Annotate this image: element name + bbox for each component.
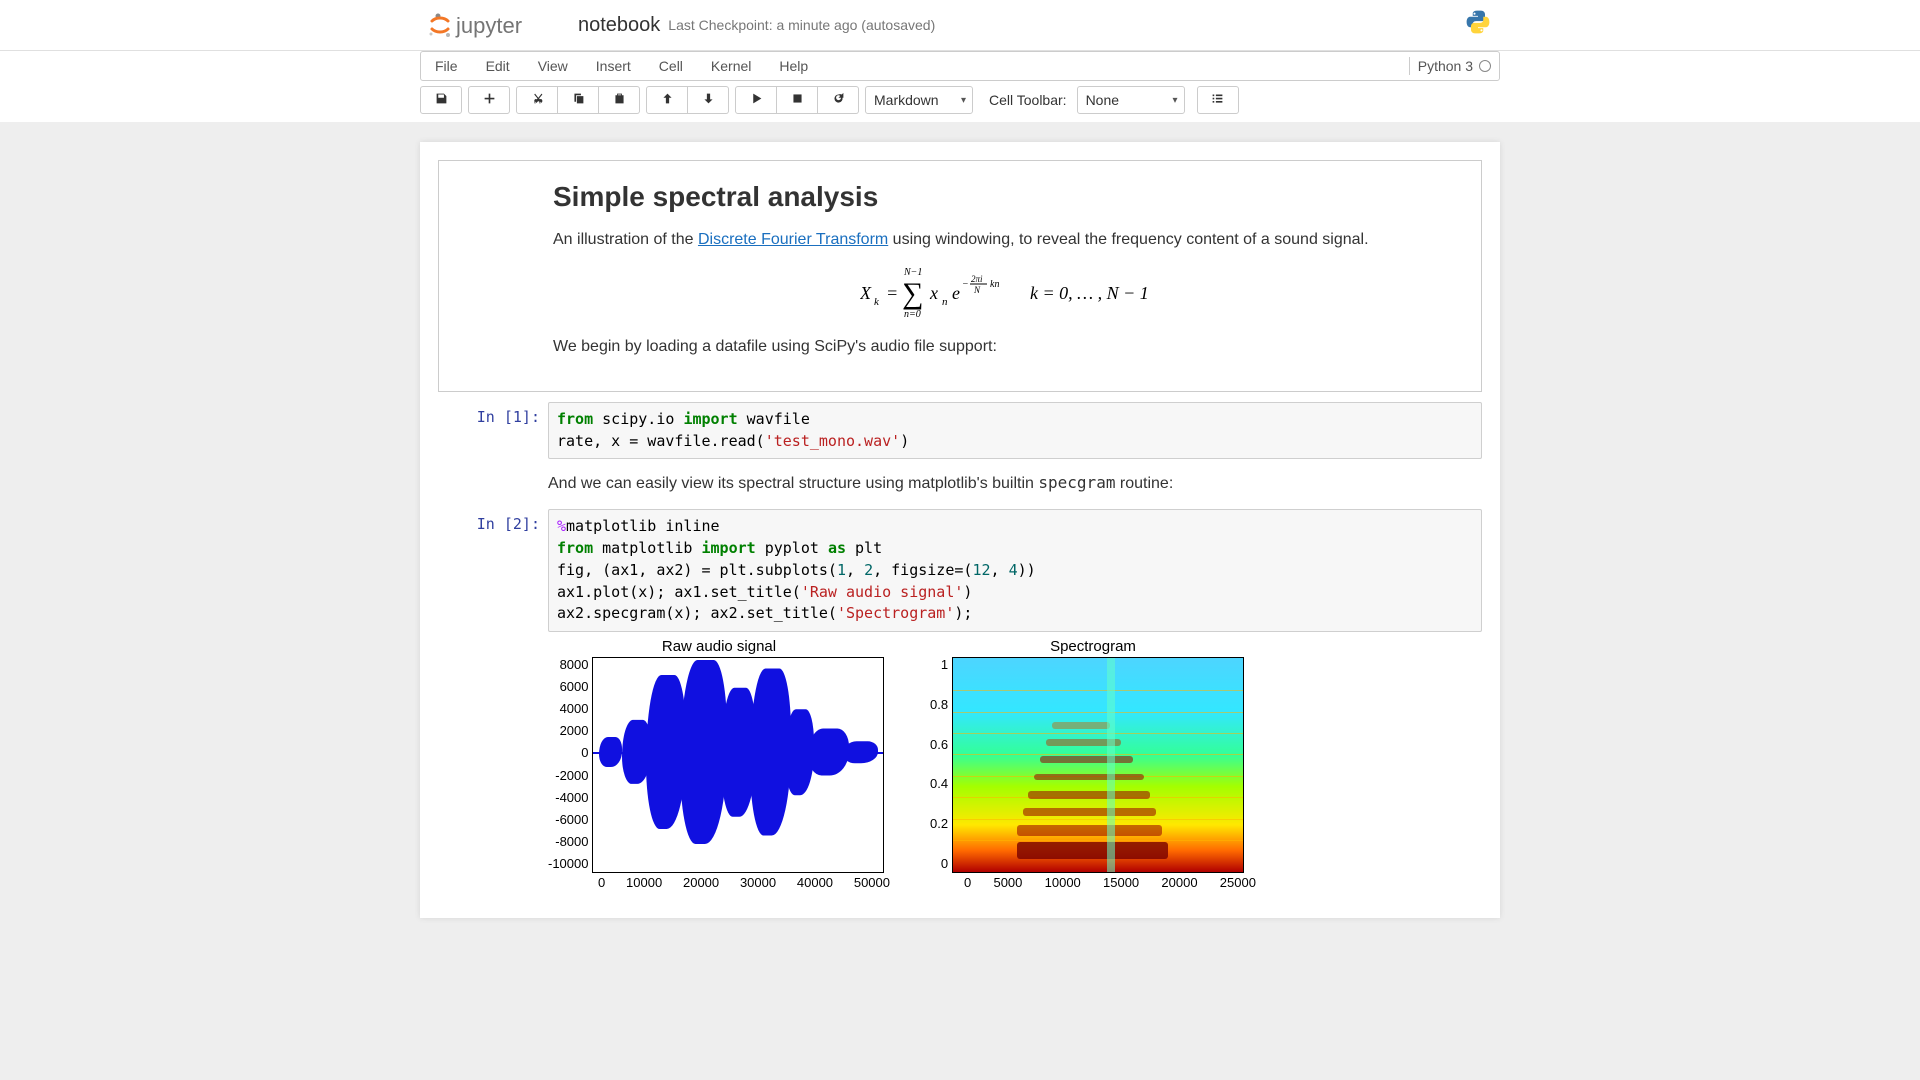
svg-text:kn: kn <box>990 279 999 290</box>
cell-prompt: In [2]: <box>438 509 548 894</box>
text: We begin by loading a datafile using Sci… <box>553 336 1457 358</box>
menu-file[interactable]: File <box>421 53 472 79</box>
save-icon <box>435 92 448 108</box>
plot-title: Raw audio signal <box>548 638 890 655</box>
plot-canvas <box>592 657 884 873</box>
cell-type-value: Markdown <box>874 92 939 108</box>
y-axis: 8000 6000 4000 2000 0 -2000 -4000 -6000 … <box>548 657 592 871</box>
menu-edit[interactable]: Edit <box>472 53 524 79</box>
svg-text:2πi: 2πi <box>971 274 983 284</box>
svg-text:x: x <box>929 283 938 303</box>
menu-cell[interactable]: Cell <box>645 53 697 79</box>
page-title: Simple spectral analysis <box>553 181 1457 213</box>
plot-canvas <box>952 657 1244 873</box>
code-literal: specgram <box>1038 473 1115 492</box>
move-down-button[interactable] <box>688 86 729 114</box>
svg-text:n: n <box>942 296 948 308</box>
list-icon <box>1211 92 1224 108</box>
output-plots: Raw audio signal 8000 6000 4000 2000 0 -… <box>548 638 1482 890</box>
jupyter-logo[interactable]: jupyter <box>428 9 568 41</box>
copy-button[interactable] <box>558 86 599 114</box>
kernel-indicator: Python 3 <box>1409 57 1491 75</box>
run-button[interactable] <box>735 86 777 114</box>
scissors-icon <box>531 92 544 108</box>
paste-icon <box>613 92 626 108</box>
kernel-name: Python 3 <box>1418 58 1473 74</box>
notebook-name[interactable]: notebook <box>578 14 660 37</box>
svg-text:−: − <box>962 279 969 290</box>
svg-text:jupyter: jupyter <box>455 13 522 38</box>
x-axis: 0 10000 20000 30000 40000 50000 <box>598 873 890 890</box>
header: jupyter notebook Last Checkpoint: a minu… <box>420 0 1500 50</box>
cell-toolbar-select[interactable]: None <box>1077 86 1185 114</box>
dft-link[interactable]: Discrete Fourier Transform <box>698 231 888 248</box>
svg-text:n=0: n=0 <box>904 309 921 317</box>
cell-prompt: In [1]: <box>438 402 548 460</box>
interrupt-button[interactable] <box>777 86 818 114</box>
notebook-container[interactable]: Simple spectral analysis An illustration… <box>420 142 1500 918</box>
text: An illustration of the <box>553 231 698 248</box>
menu-insert[interactable]: Insert <box>582 53 645 79</box>
code-input[interactable]: from scipy.io import wavfile rate, x = w… <box>548 402 1482 460</box>
svg-text:k: k <box>874 296 880 308</box>
cell-prompt <box>438 465 548 503</box>
svg-text:k = 0, … , N − 1: k = 0, … , N − 1 <box>1030 283 1149 303</box>
paste-button[interactable] <box>599 86 640 114</box>
restart-button[interactable] <box>818 86 859 114</box>
cell-toolbar-label: Cell Toolbar: <box>989 92 1067 108</box>
markdown-cell[interactable]: And we can easily view its spectral stru… <box>438 465 1482 503</box>
save-button[interactable] <box>420 86 462 114</box>
y-axis: 1 0.8 0.6 0.4 0.2 0 <box>930 657 952 871</box>
play-icon <box>750 92 763 108</box>
python-logo-icon <box>1464 8 1492 39</box>
cell-type-select[interactable]: Markdown <box>865 86 973 114</box>
menu-kernel[interactable]: Kernel <box>697 53 765 79</box>
cut-button[interactable] <box>516 86 558 114</box>
toolbar: Markdown Cell Toolbar: None <box>420 81 1500 122</box>
code-input[interactable]: %matplotlib inline from matplotlib impor… <box>548 509 1482 632</box>
copy-icon <box>572 92 585 108</box>
waveform-plot: Raw audio signal 8000 6000 4000 2000 0 -… <box>548 638 890 890</box>
kernel-idle-icon <box>1479 60 1491 72</box>
svg-text:N: N <box>973 285 981 295</box>
code-cell[interactable]: In [1]: from scipy.io import wavfile rat… <box>438 402 1482 460</box>
command-palette-button[interactable] <box>1197 86 1239 114</box>
menu-view[interactable]: View <box>524 53 582 79</box>
text: And we can easily view its spectral stru… <box>548 475 1038 492</box>
text: using windowing, to reveal the frequency… <box>888 231 1368 248</box>
dft-equation: X k = N−1 ∑ n=0 x n e − 2πi N <box>553 265 1457 322</box>
code-cell[interactable]: In [2]: %matplotlib inline from matplotl… <box>438 509 1482 894</box>
svg-text:∑: ∑ <box>902 277 923 310</box>
insert-cell-button[interactable] <box>468 86 510 114</box>
arrow-up-icon <box>661 92 674 108</box>
svg-text:e: e <box>952 283 960 303</box>
move-up-button[interactable] <box>646 86 688 114</box>
x-axis: 0 5000 10000 15000 20000 25000 <box>964 873 1256 890</box>
cell-prompt <box>463 175 553 367</box>
spectrogram-plot: Spectrogram 1 0.8 0.6 0.4 0.2 0 <box>930 638 1256 890</box>
menu-help[interactable]: Help <box>765 53 822 79</box>
svg-text:=: = <box>886 283 898 303</box>
cell-toolbar-value: None <box>1086 92 1119 108</box>
svg-text:X: X <box>860 283 872 303</box>
plot-title: Spectrogram <box>930 638 1256 655</box>
stop-icon <box>791 92 804 108</box>
text: routine: <box>1115 475 1173 492</box>
menubar: File Edit View Insert Cell Kernel Help P… <box>420 51 1500 81</box>
arrow-down-icon <box>702 92 715 108</box>
checkpoint-status: Last Checkpoint: a minute ago (autosaved… <box>668 17 935 33</box>
markdown-cell[interactable]: Simple spectral analysis An illustration… <box>438 160 1482 392</box>
refresh-icon <box>832 92 845 108</box>
plus-icon <box>483 92 496 108</box>
intro-paragraph: An illustration of the Discrete Fourier … <box>553 229 1457 251</box>
